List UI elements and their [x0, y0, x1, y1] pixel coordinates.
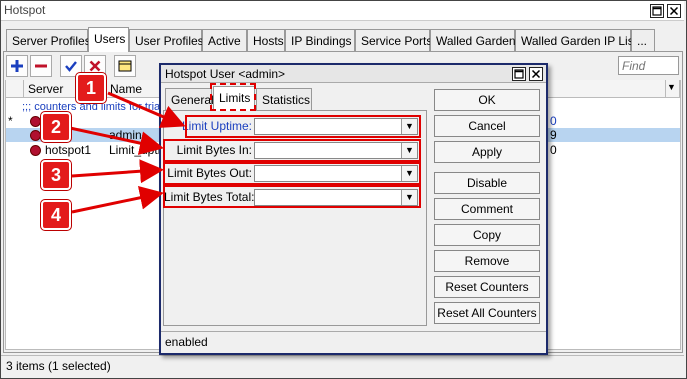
- annotation-badge-4: 4: [41, 200, 71, 230]
- annotation-arrows: [69, 91, 186, 214]
- arrow-3: [71, 159, 164, 184]
- annotation-badge-3: 3: [41, 160, 71, 190]
- arrow-1: [107, 91, 186, 128]
- arrow-4: [71, 185, 164, 214]
- arrow-2: [69, 126, 164, 155]
- annotation-badge-1: 1: [76, 73, 106, 103]
- annotation-badge-2: 2: [41, 112, 71, 142]
